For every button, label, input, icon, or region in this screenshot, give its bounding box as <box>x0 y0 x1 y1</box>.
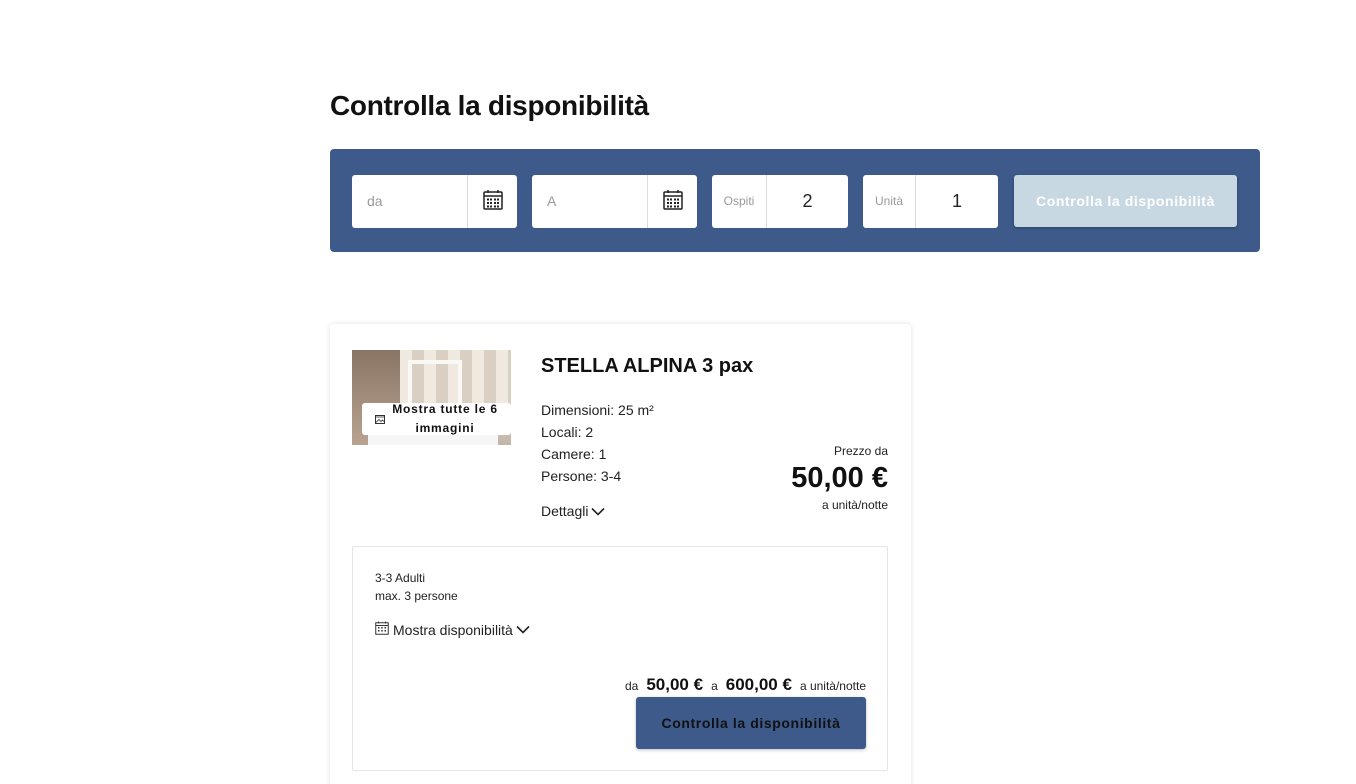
room-bedrooms: Camere: 1 <box>541 446 607 462</box>
image-icon <box>375 414 385 424</box>
details-label: Dettagli <box>541 503 589 519</box>
date-from-input[interactable]: da <box>352 175 467 228</box>
date-to-field[interactable]: A <box>532 175 697 228</box>
price-box: Prezzo da 50,00 € a unità/notte <box>791 444 888 512</box>
units-field[interactable]: Unità 1 <box>863 175 998 228</box>
show-availability-toggle[interactable]: Mostra disponibilità <box>375 621 534 638</box>
calendar-icon <box>662 189 683 215</box>
units-label: Unità <box>863 175 916 228</box>
room-thumbnail[interactable]: Mostra tutte le 6 immagini <box>352 350 511 445</box>
price-value: 50,00 € <box>791 462 888 494</box>
date-from-field[interactable]: da <box>352 175 517 228</box>
rate-box: 3-3 Adulti max. 3 persone Mostra disponi… <box>352 546 888 771</box>
date-to-input[interactable]: A <box>532 175 647 228</box>
rate-adults: 3-3 Adulti <box>375 571 426 585</box>
units-input[interactable]: 1 <box>916 175 998 228</box>
room-card: Mostra tutte le 6 immagini STELLA ALPINA… <box>330 324 911 784</box>
availability-search-bar: da A Ospiti 2 Unità 1 Controlla la dispo… <box>330 149 1260 252</box>
rate-unit: a unità/notte <box>799 679 866 693</box>
room-rooms: Locali: 2 <box>541 424 594 440</box>
chevron-down-icon <box>588 503 606 519</box>
date-to-calendar-button[interactable] <box>647 175 697 228</box>
date-from-calendar-button[interactable] <box>467 175 517 228</box>
guests-input[interactable]: 2 <box>767 175 848 228</box>
room-info: Dimensioni: 25 m² Locali: 2 Camere: 1 Pe… <box>541 399 654 487</box>
price-unit: a unità/notte <box>821 498 888 512</box>
page-title: Controlla la disponibilità <box>330 90 649 121</box>
rate-to-label: a <box>711 679 718 693</box>
check-availability-button[interactable]: Controlla la disponibilità <box>1014 175 1237 227</box>
calendar-icon <box>375 621 393 638</box>
price-label: Prezzo da <box>833 444 888 458</box>
show-all-images-label: Mostra tutte le 6 immagini <box>392 402 498 435</box>
rate-check-availability-button[interactable]: Controlla la disponibilità <box>636 697 866 749</box>
show-availability-label: Mostra disponibilità <box>393 621 513 638</box>
room-size: Dimensioni: 25 m² <box>541 402 654 418</box>
show-all-images-button[interactable]: Mostra tutte le 6 immagini <box>362 402 511 435</box>
room-title: STELLA ALPINA 3 pax <box>541 355 754 377</box>
rate-price-range: da 50,00 € a 600,00 € a unità/notte <box>625 675 866 695</box>
rate-price-from: 50,00 € <box>646 675 704 694</box>
rate-price-to: 600,00 € <box>725 675 792 694</box>
rate-from-label: da <box>624 679 639 693</box>
rate-max-persons: max. 3 persone <box>375 589 458 603</box>
room-persons: Persone: 3-4 <box>541 468 622 484</box>
guests-label: Ospiti <box>712 175 767 228</box>
calendar-icon <box>482 189 503 215</box>
chevron-down-icon <box>516 625 534 634</box>
rate-occupancy: 3-3 Adulti max. 3 persone <box>375 569 458 605</box>
guests-field[interactable]: Ospiti 2 <box>712 175 848 228</box>
details-toggle[interactable]: Dettagli <box>541 503 606 519</box>
